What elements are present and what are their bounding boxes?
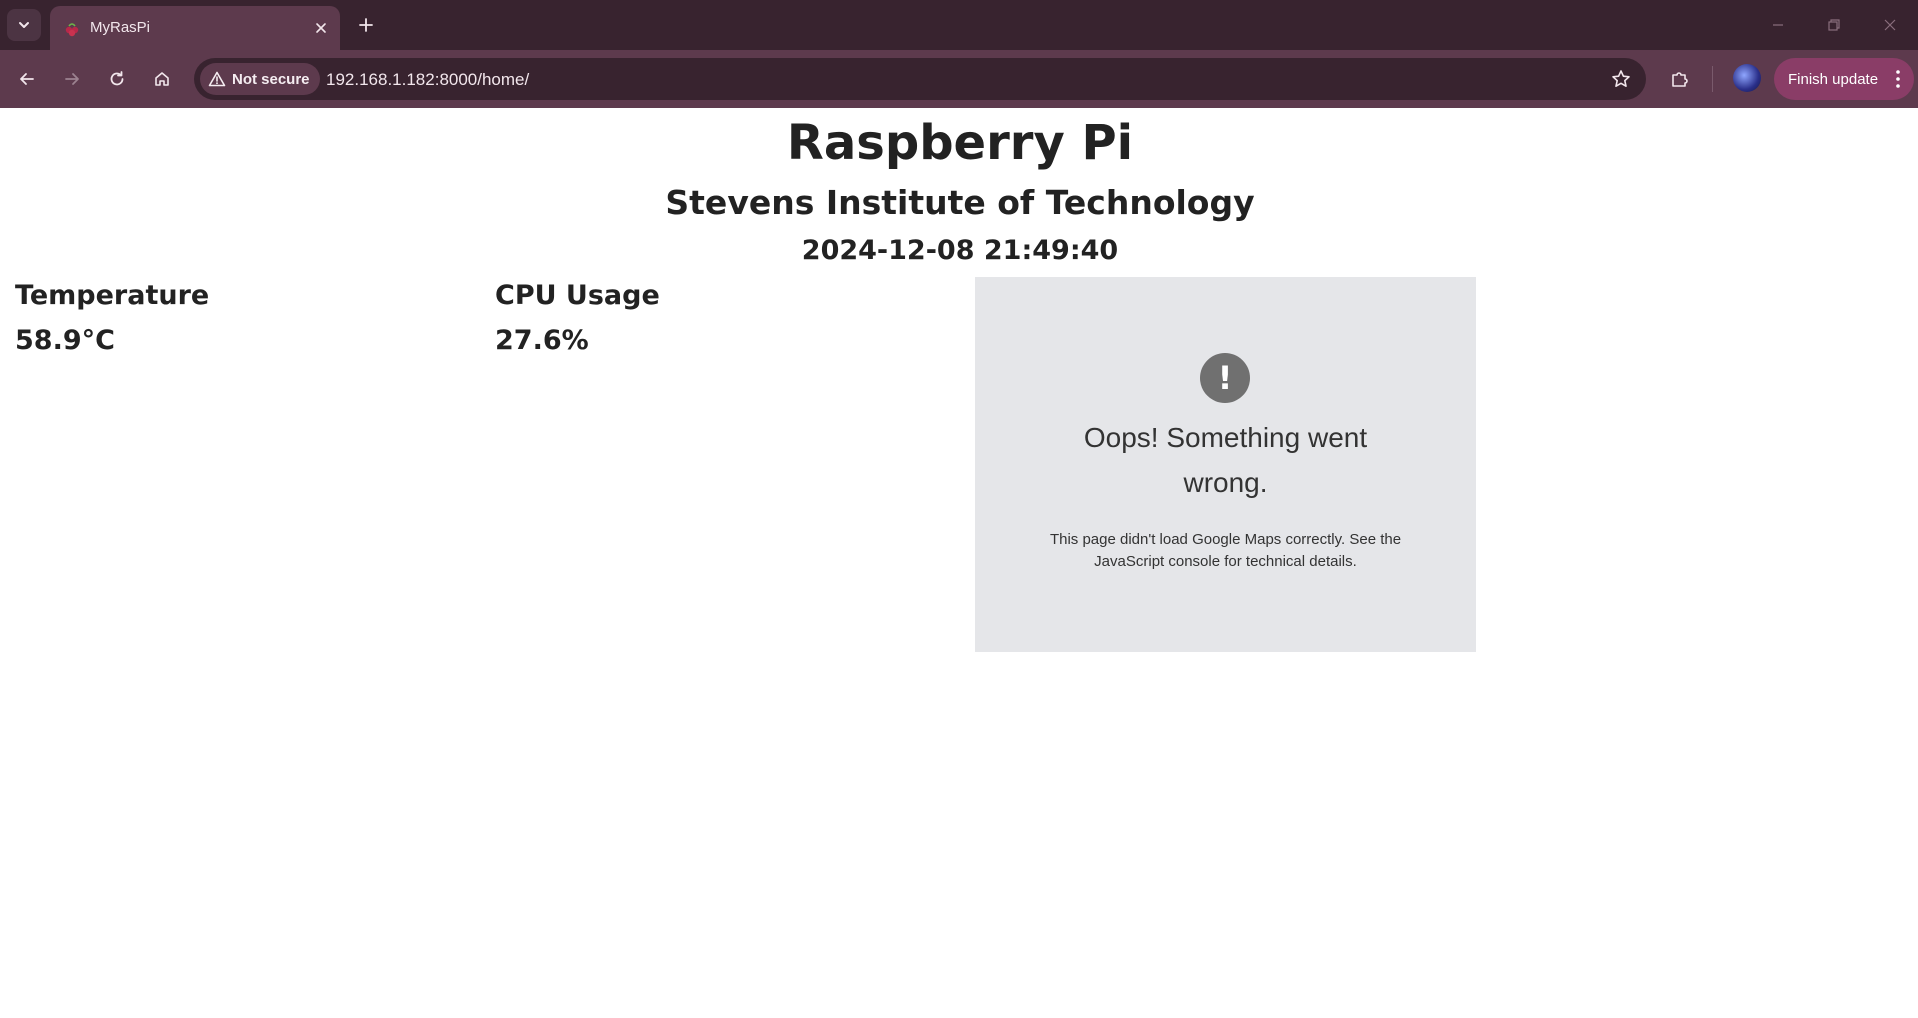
star-icon: [1612, 70, 1630, 87]
more-menu-icon: [1896, 70, 1900, 88]
back-button[interactable]: [11, 63, 43, 95]
close-icon: [1884, 19, 1896, 31]
url-text[interactable]: 192.168.1.182:8000/home/: [326, 70, 529, 90]
home-button[interactable]: [146, 63, 178, 95]
chevron-down-icon: [19, 22, 29, 28]
finish-update-button[interactable]: Finish update: [1774, 58, 1914, 100]
arrow-left-icon: [20, 73, 34, 85]
arrow-right-icon: [65, 73, 79, 85]
bookmark-button[interactable]: [1610, 68, 1632, 90]
page-title: Raspberry Pi: [786, 115, 1134, 171]
security-indicator[interactable]: Not secure: [200, 63, 320, 95]
page-timestamp: 2024-12-08 21:49:40: [801, 235, 1119, 266]
restore-button[interactable]: [1820, 12, 1848, 38]
reload-icon: [110, 71, 124, 86]
tab-close-button[interactable]: [312, 19, 330, 37]
raspberry-favicon-icon: [65, 23, 79, 37]
finish-update-label: Finish update: [1788, 70, 1879, 88]
profile-avatar[interactable]: [1733, 64, 1761, 92]
map-error-panel: ! Oops! Something went wrong. This page …: [975, 277, 1476, 652]
temperature-label: Temperature: [15, 280, 210, 311]
browser-tabstrip: MyRasPi: [0, 0, 1918, 50]
forward-button[interactable]: [56, 63, 88, 95]
tab-search-button[interactable]: [7, 9, 41, 41]
map-error-description: This page didn't load Google Maps correc…: [1049, 531, 1402, 570]
toolbar-divider: [1712, 66, 1713, 92]
reload-button[interactable]: [101, 63, 133, 95]
security-label: Not secure: [232, 70, 310, 88]
active-tab[interactable]: MyRasPi: [50, 6, 340, 50]
minimize-icon: [1773, 24, 1783, 26]
puzzle-piece-icon: [1672, 72, 1688, 87]
extensions-button[interactable]: [1664, 63, 1696, 95]
close-icon: [316, 23, 326, 33]
temperature-value: 58.9°C: [15, 325, 115, 356]
address-bar[interactable]: Not secure 192.168.1.182:8000/home/: [194, 58, 1646, 100]
map-error-title: Oops! Something went wrong.: [1083, 422, 1368, 498]
tab-title: MyRasPi: [90, 19, 151, 36]
window-close-button[interactable]: [1876, 12, 1904, 38]
restore-icon: [1828, 19, 1840, 31]
minimize-button[interactable]: [1764, 12, 1792, 38]
cpu-usage-label: CPU Usage: [495, 280, 660, 311]
exclamation-icon: !: [1200, 353, 1250, 403]
home-icon: [155, 72, 169, 86]
warning-triangle-icon: [208, 71, 226, 87]
plus-icon: [359, 18, 373, 32]
cpu-usage-value: 27.6%: [495, 325, 589, 356]
page-content: Raspberry Pi Stevens Institute of Techno…: [0, 108, 1918, 1018]
page-subtitle: Stevens Institute of Technology: [665, 183, 1255, 222]
new-tab-button[interactable]: [353, 12, 379, 38]
browser-toolbar: Not secure 192.168.1.182:8000/home/: [0, 50, 1918, 108]
